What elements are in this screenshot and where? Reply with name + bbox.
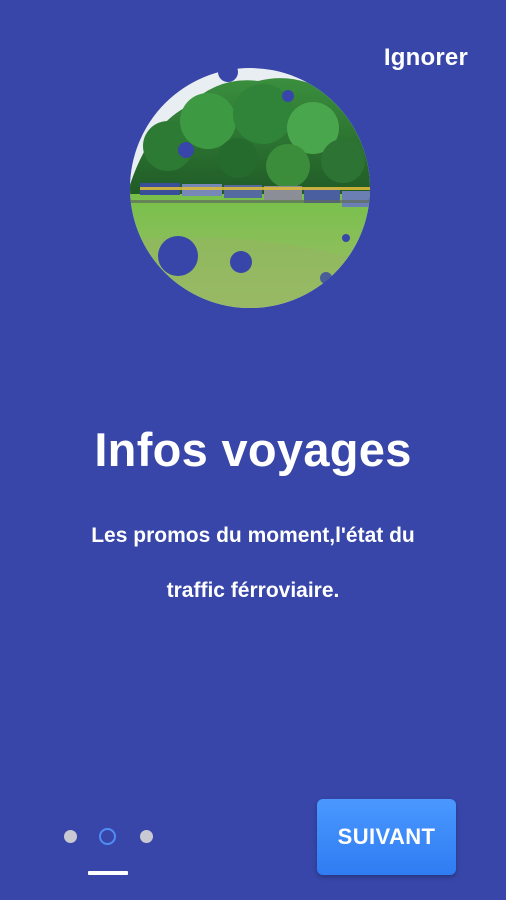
next-button[interactable]: SUIVANT — [317, 799, 456, 875]
skip-button[interactable]: Ignorer — [384, 44, 468, 72]
hero-image-train-landscape — [128, 66, 380, 318]
slide-title: Infos voyages — [94, 423, 412, 476]
page-dot-1[interactable] — [64, 830, 77, 843]
slide-description-line-1: Les promos du moment,l'état du — [91, 524, 415, 547]
active-page-underline — [88, 871, 128, 875]
slide-description-line-2: traffic férroviaire. — [166, 579, 340, 602]
page-dot-2-active[interactable] — [99, 828, 116, 845]
page-dot-3[interactable] — [140, 830, 153, 843]
